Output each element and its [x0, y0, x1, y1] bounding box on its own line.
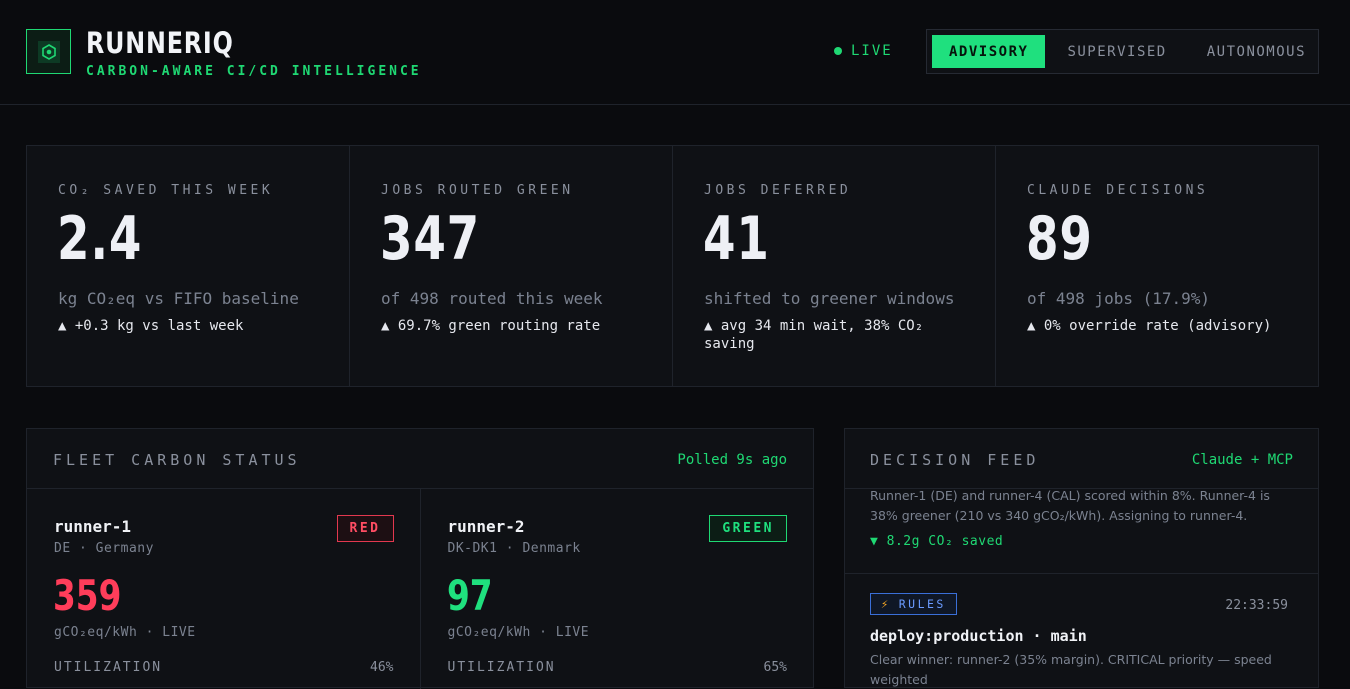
- mode-autonomous-button[interactable]: AUTONOMOUS: [1190, 35, 1323, 68]
- stat-delta: ▲ +0.3 kg vs last week: [58, 318, 244, 334]
- feed-item-time: 22:33:59: [1225, 598, 1288, 613]
- carbon-intensity: 359: [53, 571, 122, 620]
- status-badge: RED: [336, 515, 394, 542]
- carbon-intensity: 97: [446, 571, 493, 620]
- stats-row: CO₂ SAVED THIS WEEK 2.4 kg CO₂eq vs FIFO…: [26, 145, 1319, 387]
- stat-delta: ▲ 0% override rate (advisory): [1027, 318, 1272, 334]
- panel-title: FLEET CARBON STATUS: [53, 451, 301, 469]
- feed-item-job: deploy:production · main: [870, 627, 1087, 645]
- feed-divider: [845, 573, 1318, 574]
- stat-label: JOBS ROUTED GREEN: [381, 183, 574, 198]
- runner-region: DK-DK1 · Denmark: [447, 541, 581, 556]
- mode-advisory-button[interactable]: ADVISORY: [932, 35, 1046, 68]
- stat-subtitle: of 498 routed this week: [381, 289, 603, 308]
- runner-card[interactable]: runner-2 DK-DK1 · Denmark GREEN 97 gCO₂e…: [421, 489, 814, 689]
- brand-tagline: CARBON-AWARE CI/CD INTELLIGENCE: [86, 64, 422, 79]
- stat-value: 89: [1026, 204, 1093, 274]
- stat-subtitle: kg CO₂eq vs FIFO baseline: [58, 289, 299, 308]
- runner-name: runner-2: [447, 517, 525, 536]
- intensity-unit: gCO₂eq/kWh · LIVE: [447, 625, 590, 640]
- utilization-label: UTILIZATION: [54, 660, 163, 675]
- stat-delta: ▲ 69.7% green routing rate: [381, 318, 601, 334]
- intensity-unit: gCO₂eq/kWh · LIVE: [54, 625, 196, 640]
- decision-feed-panel: DECISION FEED Claude + MCP Runner-1 (DE)…: [844, 428, 1319, 688]
- stat-value: 41: [703, 204, 770, 274]
- runner-grid: runner-1 DE · Germany RED 359 gCO₂eq/kWh…: [27, 489, 813, 689]
- app-header: RUNNERIQ CARBON-AWARE CI/CD INTELLIGENCE…: [0, 0, 1350, 105]
- feed-list[interactable]: Runner-1 (DE) and runner-4 (CAL) scored …: [845, 489, 1318, 687]
- mode-supervised-button[interactable]: SUPERVISED: [1050, 35, 1183, 68]
- mode-selector: ADVISORY SUPERVISED AUTONOMOUS: [926, 29, 1319, 74]
- stat-label: CLAUDE DECISIONS: [1027, 183, 1209, 198]
- live-dot-icon: [834, 47, 842, 55]
- hexagon-icon: [37, 40, 60, 63]
- stat-label: CO₂ SAVED THIS WEEK: [58, 183, 274, 198]
- stat-delta: ▲ avg 34 min wait, 38% CO₂ saving: [704, 318, 924, 352]
- stat-card-claude-decisions: CLAUDE DECISIONS 89 of 498 jobs (17.9%) …: [996, 146, 1318, 386]
- stat-subtitle: of 498 jobs (17.9%): [1027, 289, 1211, 308]
- brand-name: RUNNERIQ: [86, 26, 234, 60]
- stat-value: 347: [380, 204, 481, 274]
- panel-title: DECISION FEED: [870, 451, 1040, 469]
- stat-card-jobs-deferred: JOBS DEFERRED 41 shifted to greener wind…: [673, 146, 996, 386]
- feed-item-reasoning: Runner-1 (DE) and runner-4 (CAL) scored …: [870, 489, 1270, 523]
- runner-name: runner-1: [54, 517, 132, 536]
- rules-badge: ⚡ RULES: [870, 593, 957, 615]
- utilization-value: 65%: [763, 660, 787, 675]
- logo: [26, 29, 71, 74]
- feed-item-saved: ▼ 8.2g CO₂ saved: [870, 534, 1004, 549]
- fleet-carbon-panel: FLEET CARBON STATUS Polled 9s ago runner…: [26, 428, 814, 689]
- stat-card-jobs-routed: JOBS ROUTED GREEN 347 of 498 routed this…: [350, 146, 673, 386]
- lightning-icon: ⚡: [881, 597, 891, 611]
- stat-card-co2-saved: CO₂ SAVED THIS WEEK 2.4 kg CO₂eq vs FIFO…: [27, 146, 350, 386]
- stat-subtitle: shifted to greener windows: [704, 289, 955, 308]
- polled-status: Polled 9s ago: [677, 452, 787, 468]
- utilization-value: 46%: [370, 660, 394, 675]
- runner-region: DE · Germany: [54, 541, 154, 556]
- status-badge: GREEN: [709, 515, 787, 542]
- live-label: LIVE: [851, 43, 893, 59]
- runner-card[interactable]: runner-1 DE · Germany RED 359 gCO₂eq/kWh…: [27, 489, 421, 689]
- panel-header: FLEET CARBON STATUS Polled 9s ago: [27, 429, 813, 489]
- stat-value: 2.4: [57, 204, 143, 274]
- feed-item-reasoning: Clear winner: runner-2 (35% margin). CRI…: [870, 652, 1272, 687]
- stat-label: JOBS DEFERRED: [704, 183, 852, 198]
- rules-badge-label: RULES: [898, 597, 946, 611]
- live-indicator: LIVE: [834, 43, 893, 59]
- panel-header: DECISION FEED Claude + MCP: [845, 429, 1318, 489]
- utilization-label: UTILIZATION: [447, 660, 556, 675]
- feed-source: Claude + MCP: [1191, 452, 1293, 468]
